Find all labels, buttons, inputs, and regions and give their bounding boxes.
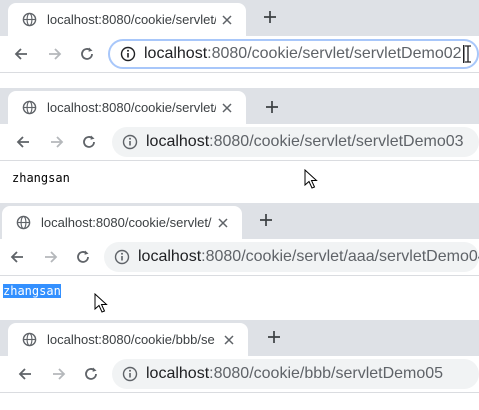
page-content: zhangsan	[0, 276, 479, 313]
browser-tab[interactable]: localhost:8080/cookie/bbb/se	[8, 323, 248, 356]
url-host: localhost	[138, 248, 202, 265]
browser-tab[interactable]: localhost:8080/cookie/servlet/	[8, 91, 246, 124]
cookie-value-text: zhangsan	[12, 171, 70, 185]
divider	[0, 392, 479, 393]
url-path: :8080/cookie/servlet/aaa/servletDemo04	[201, 248, 479, 265]
plus-icon[interactable]	[262, 97, 282, 117]
back-arrow-icon[interactable]	[6, 246, 28, 268]
info-icon[interactable]	[122, 366, 138, 382]
info-icon[interactable]	[114, 249, 130, 265]
globe-icon	[22, 332, 37, 347]
forward-arrow-icon[interactable]	[40, 246, 62, 268]
globe-icon	[22, 100, 37, 115]
close-icon[interactable]	[218, 329, 240, 351]
url-text: localhost:8080/cookie/servlet/aaa/servle…	[138, 248, 479, 266]
reload-icon[interactable]	[72, 246, 94, 268]
divider	[0, 72, 479, 73]
url-text: localhost:8080/cookie/servlet/servletDem…	[146, 133, 464, 151]
text-cursor-icon	[465, 45, 471, 63]
tab-title: localhost:8080/cookie/bbb/se	[47, 332, 215, 347]
page-content: zhangsan	[0, 161, 479, 200]
reload-icon[interactable]	[80, 363, 102, 385]
toolbar: localhost:8080/cookie/bbb/servletDemo05	[0, 356, 479, 392]
toolbar: localhost:8080/cookie/servlet/servletDem…	[0, 124, 479, 160]
globe-icon	[16, 215, 31, 230]
plus-icon[interactable]	[256, 210, 276, 230]
mouse-pointer-icon	[94, 293, 108, 313]
address-bar[interactable]: localhost:8080/cookie/servlet/aaa/servle…	[104, 242, 479, 272]
reload-icon[interactable]	[76, 43, 98, 65]
url-path: :8080/cookie/servlet/servletDemo02	[207, 45, 462, 62]
forward-arrow-icon[interactable]	[44, 43, 66, 65]
address-bar[interactable]: localhost:8080/cookie/bbb/servletDemo05	[112, 359, 479, 389]
back-arrow-icon[interactable]	[12, 131, 34, 153]
close-icon[interactable]	[216, 97, 238, 119]
url-host: localhost	[144, 45, 208, 62]
info-icon[interactable]	[120, 46, 136, 62]
url-path: :8080/cookie/servlet/servletDemo03	[209, 133, 464, 150]
tab-title: localhost:8080/cookie/servlet/	[47, 12, 216, 27]
close-icon[interactable]	[216, 9, 238, 31]
browser-window-1: localhost:8080/cookie/servlet/ localhost…	[0, 0, 479, 80]
browser-tab[interactable]: localhost:8080/cookie/servlet/	[8, 3, 246, 36]
toolbar: localhost:8080/cookie/servlet/servletDem…	[0, 36, 479, 72]
browser-window-2: localhost:8080/cookie/servlet/ localhost…	[0, 88, 479, 200]
globe-icon	[22, 12, 37, 27]
url-path: :8080/cookie/bbb/servletDemo05	[209, 365, 444, 382]
address-bar[interactable]: localhost:8080/cookie/servlet/servletDem…	[108, 39, 479, 69]
forward-arrow-icon[interactable]	[48, 363, 70, 385]
url-host: localhost	[146, 365, 210, 382]
reload-icon[interactable]	[78, 131, 100, 153]
toolbar: localhost:8080/cookie/servlet/aaa/servle…	[0, 239, 479, 275]
url-text: localhost:8080/cookie/bbb/servletDemo05	[146, 365, 443, 383]
forward-arrow-icon[interactable]	[46, 131, 68, 153]
url-host: localhost	[146, 133, 210, 150]
close-icon[interactable]	[212, 212, 234, 234]
browser-window-3: localhost:8080/cookie/servlet/ localhost…	[0, 203, 479, 313]
info-icon[interactable]	[122, 134, 138, 150]
plus-icon[interactable]	[260, 7, 280, 27]
back-arrow-icon[interactable]	[14, 363, 36, 385]
tab-title: localhost:8080/cookie/servlet/	[41, 215, 212, 230]
url-text: localhost:8080/cookie/servlet/servletDem…	[144, 45, 462, 63]
browser-window-4: localhost:8080/cookie/bbb/se localhost:8…	[0, 320, 479, 410]
address-bar[interactable]: localhost:8080/cookie/servlet/servletDem…	[112, 127, 479, 157]
back-arrow-icon[interactable]	[10, 43, 32, 65]
mouse-pointer-icon	[304, 169, 318, 189]
plus-icon[interactable]	[264, 327, 284, 347]
browser-tab[interactable]: localhost:8080/cookie/servlet/	[2, 206, 242, 239]
tab-title: localhost:8080/cookie/servlet/	[47, 100, 216, 115]
selected-cookie-value-text: zhangsan	[3, 284, 61, 298]
